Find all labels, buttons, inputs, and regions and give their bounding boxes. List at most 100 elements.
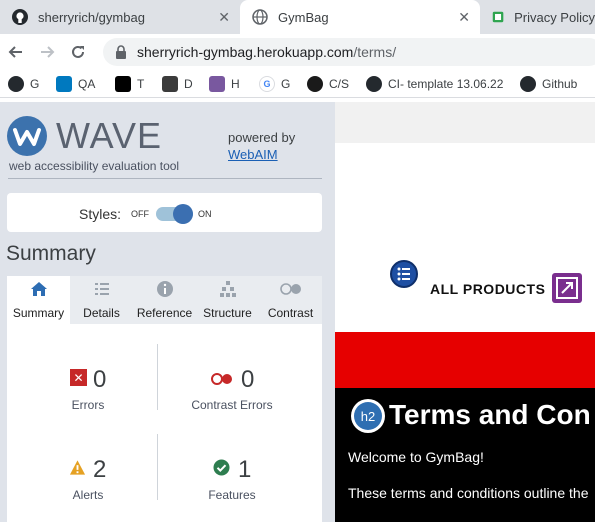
browser-tab-bar: sherryrich/gymbag ✕ GymBag ✕ Privacy Pol… [0, 0, 595, 34]
tab-label: Summary [12, 306, 65, 320]
wave-title: WAVE [56, 115, 163, 156]
features-label[interactable]: Features [175, 488, 289, 502]
summary-heading: Summary [6, 242, 96, 265]
github-icon [8, 76, 24, 92]
contrast-errors-count: 0 [241, 366, 255, 393]
teamcity-icon [115, 76, 131, 92]
bookmark-label: C/S [329, 77, 350, 91]
bookmark-label: D [184, 77, 193, 91]
red-banner [335, 332, 595, 388]
list-icon [390, 260, 418, 288]
all-products-link[interactable]: ALL PRODUCTS [430, 281, 545, 297]
contrast-errors-label[interactable]: Contrast Errors [175, 398, 289, 412]
tab-label: Contrast [267, 306, 314, 320]
github-icon [366, 76, 382, 92]
tab-title: GymBag [278, 9, 329, 25]
toggle-off-label: OFF [131, 209, 149, 219]
alerts-count: 2 [93, 456, 107, 483]
codestar-icon [307, 76, 323, 92]
wave-logo-icon [7, 116, 47, 156]
tab-title: Privacy Policy [514, 9, 595, 25]
webaim-link[interactable]: WebAIM [228, 147, 278, 162]
tab-sherryrich-gymbag[interactable]: sherryrich/gymbag ✕ [0, 0, 240, 34]
info-icon [133, 280, 196, 300]
tab-label: Details [83, 306, 120, 320]
forward-icon[interactable] [36, 41, 58, 63]
toggle-on-label: ON [198, 209, 212, 219]
powered-by-text: powered by [228, 130, 296, 145]
terms-heading: Terms and Con [389, 399, 591, 430]
contrast-icon [259, 280, 322, 300]
bookmark-cs[interactable]: C/S [307, 75, 349, 93]
toggle-knob[interactable] [173, 204, 193, 224]
tab-summary[interactable]: Summary [7, 276, 70, 324]
divider [8, 178, 322, 179]
google-icon: G [259, 76, 275, 92]
welcome-text: Welcome to GymBag! [348, 449, 484, 465]
bookmark-label: G [30, 77, 40, 91]
bookmark-label: QA [78, 77, 96, 91]
bookmark-t[interactable]: T [115, 75, 144, 93]
dev-icon [162, 76, 178, 92]
url-path: /terms/ [353, 44, 397, 60]
bookmark-label: Github [542, 77, 578, 91]
features-count: 1 [238, 456, 252, 483]
divider [157, 434, 158, 500]
address-bar[interactable]: sherryrich-gymbag.herokuapp.com/terms/ [103, 38, 595, 66]
tab-details[interactable]: Details [70, 276, 133, 324]
page-top-bar [335, 102, 595, 143]
reload-icon[interactable] [67, 41, 89, 63]
bookmark-label: T [137, 77, 145, 91]
github-icon [520, 76, 536, 92]
browser-toolbar: sherryrich-gymbag.herokuapp.com/terms/ [0, 34, 595, 70]
tab-structure[interactable]: Structure [196, 276, 259, 324]
terms-intro-text: These terms and conditions outline the [348, 485, 589, 501]
bookmark-label: G [281, 77, 291, 91]
summary-panel: ✕ 0 Errors 0 Contrast Errors 2 Alerts 1 … [7, 324, 322, 522]
tab-reference[interactable]: Reference [133, 276, 196, 324]
styles-toggle-box: Styles: OFF ON [7, 193, 322, 232]
errors-label[interactable]: Errors [47, 398, 129, 412]
close-tab-icon[interactable]: ✕ [218, 9, 230, 26]
tab-contrast[interactable]: Contrast [259, 276, 322, 324]
trello-icon [56, 76, 72, 92]
link-icon [552, 273, 582, 303]
bookmarks-bar: G QA T D H GG C/S CI- template 13.06.22 … [0, 70, 595, 98]
url-host: sherryrich-gymbag.herokuapp.com [137, 44, 354, 60]
tab-title: sherryrich/gymbag [38, 9, 145, 25]
back-icon[interactable] [5, 41, 27, 63]
alerts-label[interactable]: Alerts [47, 488, 129, 502]
wave-subtitle: web accessibility evaluation tool [9, 159, 180, 173]
home-icon [7, 280, 70, 300]
h2-badge-label: h2 [354, 402, 382, 430]
tab-label: Reference [136, 306, 193, 320]
bookmark-d[interactable]: D [162, 75, 193, 93]
bookmark-h[interactable]: H [209, 75, 240, 93]
bookmark-github[interactable]: Github [520, 75, 577, 93]
tab-privacy-policy[interactable]: Privacy Policy [480, 0, 595, 34]
wave-tabs: Summary Details Reference Structure Cont… [7, 276, 322, 324]
bookmark-label: H [231, 77, 240, 91]
github-icon [12, 9, 28, 25]
tab-gymbag[interactable]: GymBag ✕ [240, 0, 480, 34]
error-icon: ✕ [70, 369, 87, 386]
contrast-error-icon [210, 370, 234, 387]
alert-icon [69, 459, 86, 476]
bookmark-qa[interactable]: QA [56, 75, 95, 93]
h2-badge-icon: h2 [351, 399, 385, 433]
lock-icon [116, 45, 126, 59]
globe-icon [252, 9, 268, 25]
powered-by: powered by WebAIM [228, 129, 295, 163]
policy-icon [492, 11, 504, 23]
bookmark-g[interactable]: G [8, 75, 39, 93]
close-tab-icon[interactable]: ✕ [458, 9, 470, 26]
errors-count: 0 [93, 366, 107, 393]
bookmark-google[interactable]: GG [259, 75, 290, 93]
bookmark-ci-template[interactable]: CI- template 13.06.22 [366, 75, 503, 93]
divider [157, 344, 158, 410]
bookmark-label: CI- template 13.06.22 [388, 77, 504, 91]
hierarchy-icon [196, 280, 259, 300]
styles-label: Styles: [79, 206, 122, 222]
list-icon [70, 280, 133, 300]
heroku-icon [209, 76, 225, 92]
